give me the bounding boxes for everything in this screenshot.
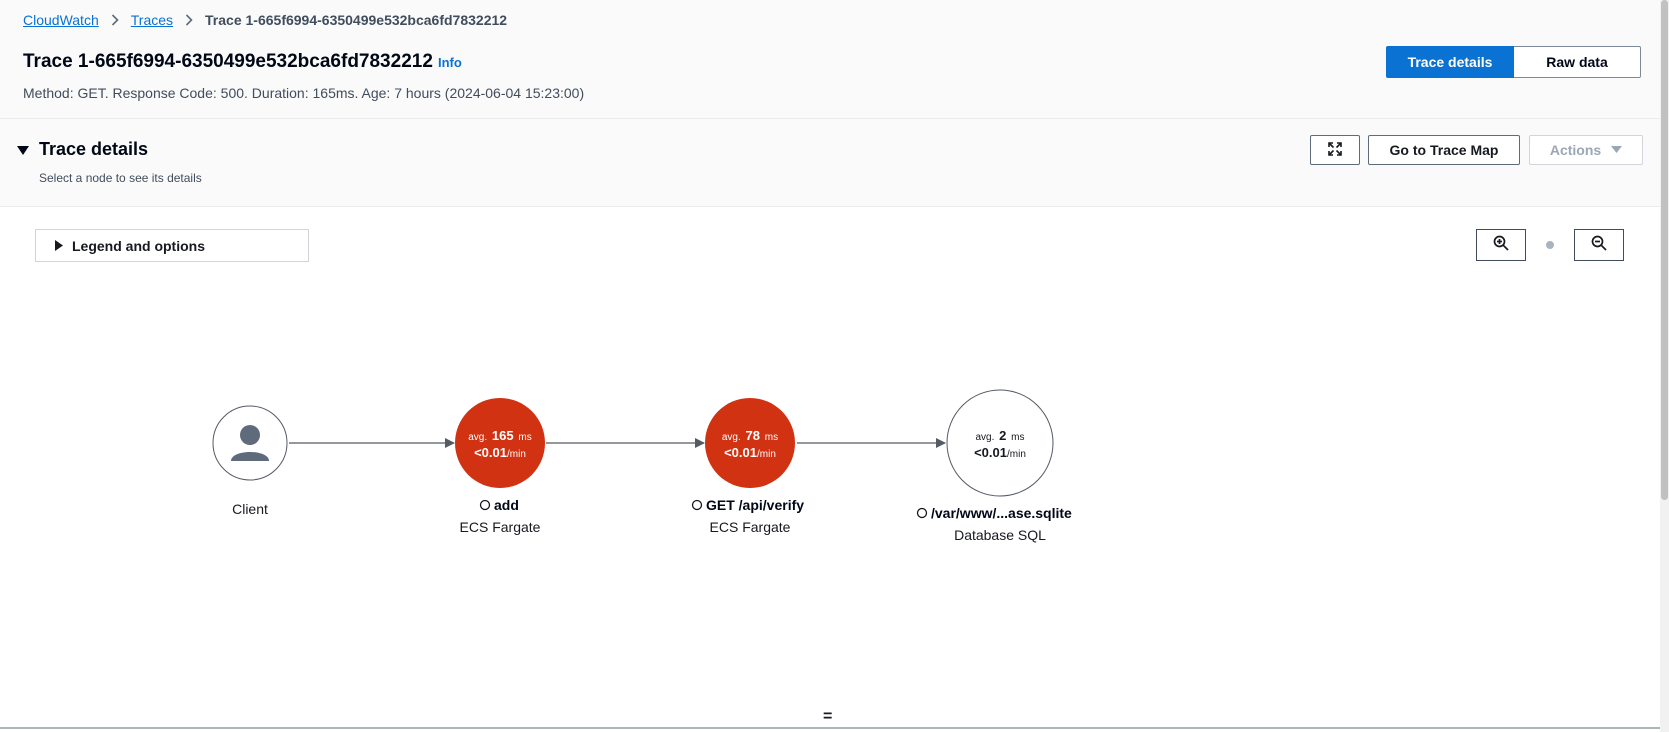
node-client[interactable]: Client (212, 405, 288, 517)
caret-down-icon[interactable] (17, 143, 29, 161)
view-toggle: Trace details Raw data (1386, 46, 1641, 78)
node-get-api-verify[interactable]: avg. 78 ms <0.01/min GET /api/verify ECS… (691, 398, 805, 535)
zoom-in-button[interactable] (1476, 229, 1526, 261)
raw-data-toggle[interactable]: Raw data (1514, 46, 1641, 78)
node-add-name: add (494, 497, 519, 513)
node-verify-name: GET /api/verify (706, 497, 804, 513)
trace-details-toggle[interactable]: Trace details (1386, 46, 1514, 78)
breadcrumb-traces-link[interactable]: Traces (131, 12, 173, 28)
zoom-in-icon (1493, 235, 1509, 256)
dot-icon (1546, 241, 1554, 249)
page-header: CloudWatch Traces Trace 1-665f6994-63504… (0, 0, 1660, 119)
zoom-out-icon (1591, 235, 1607, 256)
node-add-type: ECS Fargate (460, 519, 541, 535)
node-db-name: /var/www/...ase.sqlite (931, 505, 1072, 521)
node-add[interactable]: avg. 165 ms <0.01/min add ECS Fargate (455, 398, 545, 535)
expand-icon (1327, 141, 1343, 160)
legend-label: Legend and options (72, 237, 205, 254)
legend-and-options-expander[interactable]: Legend and options (35, 229, 309, 262)
page-title: Trace 1-665f6994-6350499e532bca6fd783221… (23, 51, 433, 72)
status-circle-icon (479, 499, 491, 511)
zoom-reset-button[interactable] (1526, 229, 1574, 261)
go-to-trace-map-button[interactable]: Go to Trace Map (1368, 135, 1520, 165)
chevron-right-icon (185, 14, 193, 26)
breadcrumb-cloudwatch-link[interactable]: CloudWatch (23, 12, 99, 28)
actions-label: Actions (1549, 142, 1602, 158)
panel-resize-handle[interactable]: = (823, 708, 832, 726)
section-description: Select a node to see its details (39, 171, 202, 185)
chevron-right-icon (111, 14, 119, 26)
node-db-type: Database SQL (954, 527, 1046, 543)
caret-right-icon (55, 240, 63, 251)
status-circle-icon (916, 507, 928, 519)
actions-dropdown[interactable]: Actions (1529, 135, 1643, 165)
trace-summary: Method: GET. Response Code: 500. Duratio… (23, 85, 585, 101)
fullscreen-button[interactable] (1310, 135, 1360, 165)
breadcrumb-current: Trace 1-665f6994-6350499e532bca6fd783221… (205, 12, 508, 28)
scrollbar-thumb[interactable] (1661, 0, 1668, 500)
trace-details-section-header: Trace details Select a node to see its d… (0, 119, 1660, 207)
zoom-controls (1476, 229, 1624, 261)
node-verify-type: ECS Fargate (710, 519, 791, 535)
vertical-scrollbar[interactable] (1660, 0, 1669, 732)
caret-down-icon (1611, 146, 1623, 154)
panel-divider (0, 727, 1660, 729)
node-client-name: Client (232, 501, 268, 517)
status-circle-icon (691, 499, 703, 511)
node-database[interactable]: avg. 2 ms <0.01/min /var/www/...ase.sqli… (916, 389, 1073, 543)
breadcrumb: CloudWatch Traces Trace 1-665f6994-63504… (23, 12, 507, 28)
info-link[interactable]: Info (438, 55, 462, 70)
section-title: Trace details (39, 139, 149, 159)
zoom-out-button[interactable] (1574, 229, 1624, 261)
